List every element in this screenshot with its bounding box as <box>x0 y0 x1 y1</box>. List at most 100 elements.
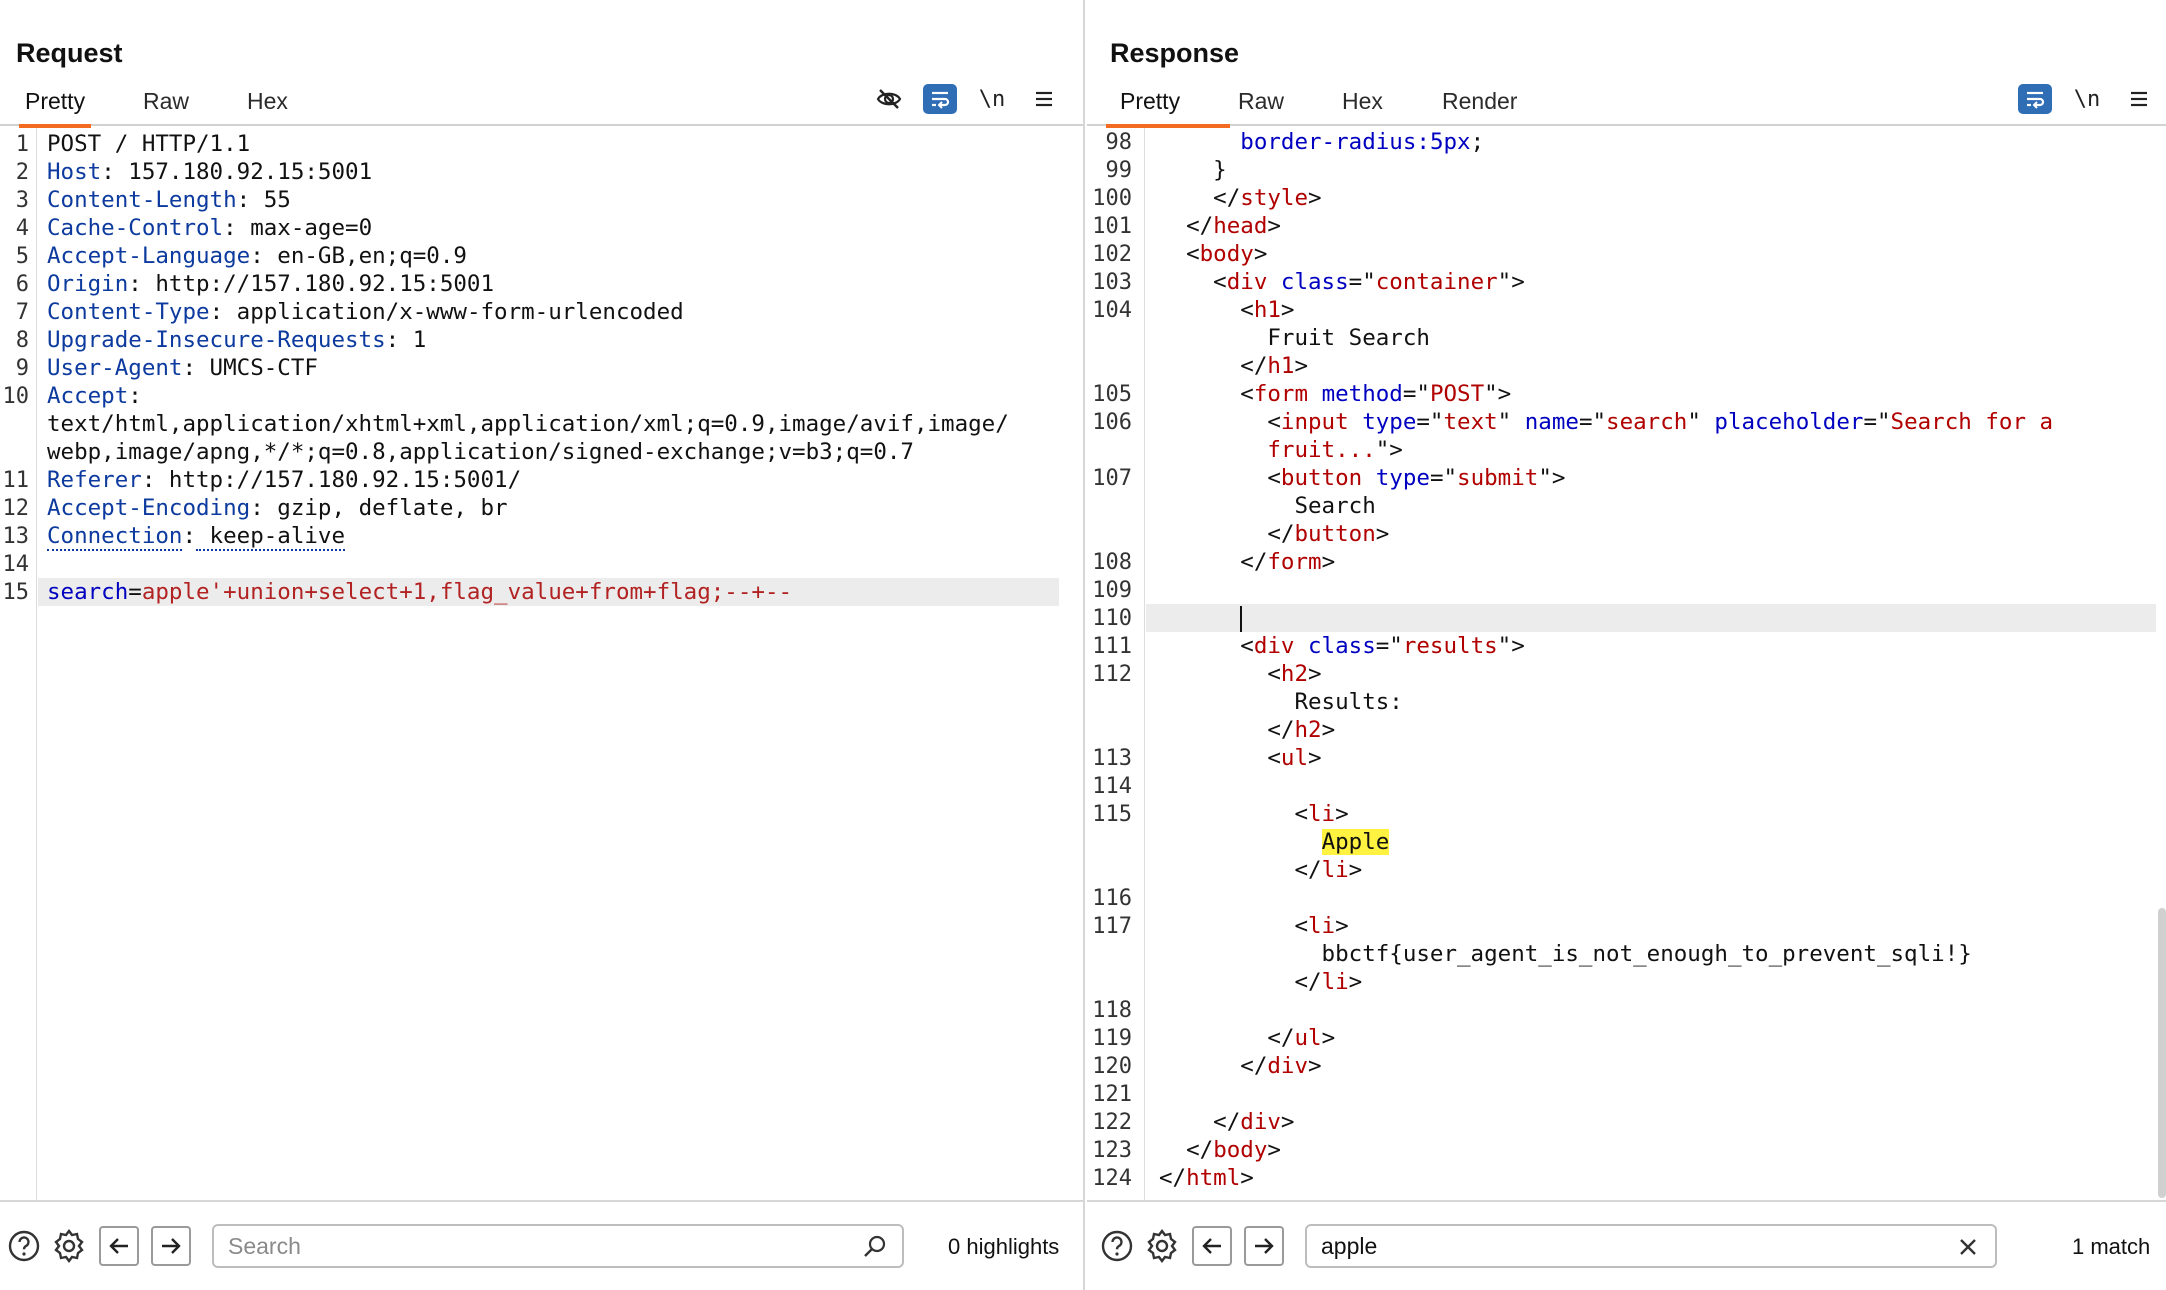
help-icon[interactable] <box>4 1226 44 1266</box>
code-token: container <box>1375 269 1498 295</box>
code-token: </ <box>1159 1137 1214 1163</box>
line-number: 109 <box>1092 578 1132 603</box>
line-number: 112 <box>1092 662 1132 687</box>
line-gutter: 1 2 3 4 5 6 7 8 9 10 11 12 13 14 15 <box>0 128 37 1200</box>
code-token: head <box>1213 213 1268 239</box>
code-token: =" <box>1429 465 1458 491</box>
tab-pretty[interactable]: Pretty <box>1105 86 1231 128</box>
code-token: > <box>1267 1137 1281 1163</box>
code-token: POST / HTTP/1.1 <box>47 131 251 157</box>
code-token: style <box>1240 185 1309 211</box>
code-line: <li> <box>1159 912 1348 940</box>
settings-icon[interactable] <box>49 1226 89 1266</box>
wrap-lines-icon[interactable] <box>2018 84 2052 114</box>
hide-icon[interactable] <box>872 84 906 114</box>
newline-toggle[interactable]: \n <box>2070 84 2104 114</box>
code-token: ; <box>1470 129 1485 155</box>
code-token: > <box>1375 521 1390 547</box>
tab-render[interactable]: Render <box>1442 86 1517 126</box>
code-token: < <box>1159 661 1281 687</box>
line-number: 7 <box>15 300 29 325</box>
code-line: webp,image/apng,*/*;q=0.8,application/si… <box>47 438 914 466</box>
code-line: </h1> <box>1159 352 1308 380</box>
back-arrow-icon[interactable] <box>99 1226 139 1266</box>
code-token: > <box>1308 661 1322 687</box>
code-token: </ <box>1159 857 1322 883</box>
request-footer: 0 highlights <box>0 1200 1083 1290</box>
code-line: text/html,application/xhtml+xml,applicat… <box>47 410 1009 438</box>
code-line: Origin: http://157.180.92.15:5001 <box>47 270 494 298</box>
code-token: li <box>1308 913 1336 939</box>
code-token: : <box>128 383 142 409</box>
clear-icon[interactable] <box>1955 1234 1981 1260</box>
code-line: Content-Type: application/x-www-form-url… <box>47 298 684 326</box>
help-icon[interactable] <box>1097 1226 1137 1266</box>
code-line: Connection: keep-alive <box>47 522 346 551</box>
code-token: Content-Length <box>47 187 237 213</box>
code-line: Referer: http://157.180.92.15:5001/ <box>47 466 521 494</box>
back-arrow-icon[interactable] <box>1192 1226 1232 1266</box>
line-number: 2 <box>15 160 29 185</box>
code-line: <body> <box>1159 240 1267 268</box>
line-number: 106 <box>1092 410 1132 435</box>
vertical-scrollbar[interactable] <box>2158 908 2166 1198</box>
newline-toggle[interactable]: \n <box>975 84 1009 114</box>
code-line: User-Agent: UMCS-CTF <box>47 354 318 382</box>
line-number: 100 <box>1092 186 1132 211</box>
line-number: 12 <box>2 496 30 521</box>
code-token: search <box>47 579 129 605</box>
menu-icon[interactable] <box>2122 84 2156 114</box>
code-token: < <box>1159 465 1281 491</box>
line-gutter: 98 99 100 101 102 103 104 105 106 107 108 109 110 111… <box>1087 128 1145 1200</box>
line-number: 111 <box>1092 634 1132 659</box>
forward-arrow-icon[interactable] <box>151 1226 191 1266</box>
code-token: </ <box>1159 1109 1241 1135</box>
code-token: </ <box>1159 1165 1187 1191</box>
code-token: class <box>1280 269 1349 295</box>
response-editor[interactable]: 98 99 100 101 102 103 104 105 106 107 108 109 110 111… <box>1087 128 2166 1200</box>
tab-hex[interactable]: Hex <box>1342 86 1383 126</box>
code-token: div <box>1240 1109 1281 1135</box>
tab-hex[interactable]: Hex <box>247 86 288 126</box>
request-search-input[interactable] <box>228 1226 856 1266</box>
menu-icon[interactable] <box>1027 84 1061 114</box>
response-tabs: Pretty Raw Hex Render <box>1087 86 2166 128</box>
code-token: ul <box>1294 1025 1322 1051</box>
settings-icon[interactable] <box>1142 1226 1182 1266</box>
line-number: 116 <box>1092 886 1132 911</box>
code-token: html <box>1186 1165 1241 1191</box>
request-editor[interactable]: 1 2 3 4 5 6 7 8 9 10 11 12 13 14 15 POST / HTTP/1.1 Hos… <box>0 128 1083 1200</box>
code-line: </li> <box>1159 856 1362 884</box>
code-token: Connection <box>47 523 183 551</box>
code-token: 5px <box>1429 129 1471 155</box>
response-search-input[interactable] <box>1321 1226 1949 1266</box>
line-number: 118 <box>1092 998 1132 1023</box>
wrap-lines-icon[interactable] <box>923 84 957 114</box>
search-icon[interactable] <box>862 1234 888 1260</box>
line-number: 3 <box>15 188 29 213</box>
code-line: </form> <box>1159 548 1335 576</box>
code-token: bbctf{user_agent_is_not_enough_to_preven… <box>1159 941 1972 967</box>
code-token: name <box>1524 409 1579 435</box>
line-number: 105 <box>1092 382 1132 407</box>
code-line: Accept-Encoding: gzip, deflate, br <box>47 494 508 522</box>
code-line <box>1159 604 1243 632</box>
forward-arrow-icon[interactable] <box>1244 1226 1284 1266</box>
code-token: li <box>1321 857 1349 883</box>
tab-pretty[interactable]: Pretty <box>18 86 92 128</box>
code-line: <div class="container"> <box>1159 268 1525 296</box>
code-token: </ <box>1159 521 1295 547</box>
tab-raw[interactable]: Raw <box>143 86 189 126</box>
code-line: fruit..."> <box>1159 436 1402 464</box>
current-line-highlight <box>1146 604 2156 632</box>
code-line: </li> <box>1159 968 1362 996</box>
code-token: < <box>1159 633 1254 659</box>
tab-raw[interactable]: Raw <box>1238 86 1284 126</box>
code-line: </div> <box>1159 1052 1321 1080</box>
code-token: body <box>1213 1137 1268 1163</box>
code-line: <form method="POST"> <box>1159 380 1511 408</box>
code-token: " <box>1687 409 1715 435</box>
line-number: 110 <box>1092 606 1132 631</box>
line-number: 103 <box>1092 270 1132 295</box>
